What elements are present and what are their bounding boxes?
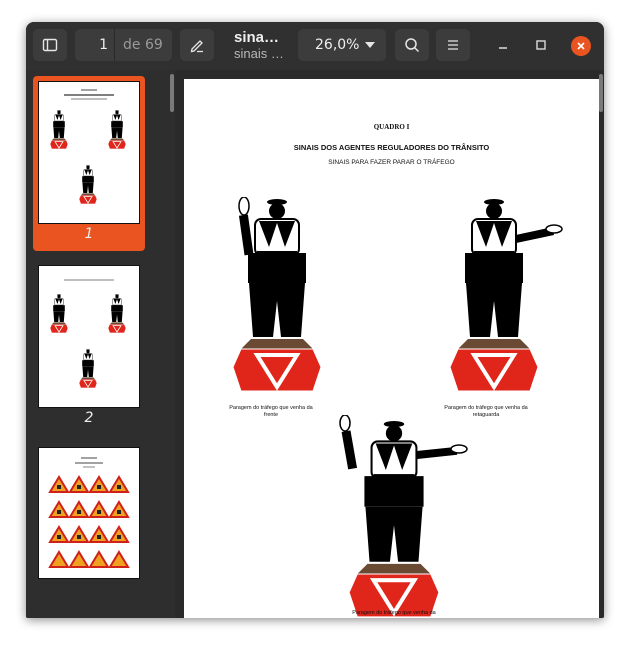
annotate-button[interactable]: [180, 29, 214, 61]
header-bar: 1 de 69 sina… sinais … 26,0%: [26, 22, 604, 70]
zoom-value: 26,0%: [315, 37, 360, 53]
sidebar-toggle-button[interactable]: [33, 29, 67, 61]
page-title: SINAIS DOS AGENTES REGULADORES DO TRÂNSI…: [293, 143, 490, 152]
thumbnail-page-3[interactable]: [33, 442, 145, 578]
document-title: sina… sinais …: [234, 30, 306, 62]
thumbnail-preview-1: [49, 89, 127, 205]
minimize-icon: [499, 47, 507, 49]
thumbnail-label: 2: [84, 410, 94, 426]
sidebar-toggle-icon: [42, 38, 58, 52]
document-subtitle-text: sinais …: [234, 46, 284, 61]
annotate-pen-icon: [190, 40, 203, 53]
total-pages-label: de 69: [123, 37, 163, 53]
document-page: QUADRO I SINAIS DOS AGENTES REGULADORES …: [184, 79, 599, 618]
figure-agent-front: [231, 197, 323, 393]
thumbnail-sidebar: 1 2: [26, 70, 175, 618]
document-title-text: sina…: [234, 29, 280, 46]
search-button[interactable]: [395, 29, 429, 61]
maximize-button[interactable]: [532, 36, 550, 54]
document-view[interactable]: QUADRO I SINAIS DOS AGENTES REGULADORES …: [175, 70, 604, 618]
thumbnail-image: [39, 448, 139, 578]
menu-icon: [448, 40, 458, 50]
document-viewer-window: 1 de 69 sina… sinais … 26,0% 1 2 QUADRO …: [26, 22, 604, 618]
current-page-input[interactable]: 1: [75, 29, 115, 61]
menu-button[interactable]: [436, 29, 470, 61]
thumbnail-preview-3: [48, 457, 130, 568]
zoom-selector[interactable]: 26,0%: [298, 29, 386, 61]
document-scrollbar[interactable]: [599, 74, 603, 112]
thumbnail-label: 1: [84, 226, 94, 242]
close-button[interactable]: [571, 36, 591, 56]
thumbnail-page-2[interactable]: 2: [33, 260, 145, 435]
caption-both: Paragem do tráfego que venha da: [352, 610, 436, 616]
page-subtitle: SINAIS PARA FAZER PARAR O TRÁFEGO: [328, 159, 455, 166]
thumbnail-preview-2: [49, 279, 127, 389]
page-navigator: 1 de 69: [75, 29, 172, 61]
page-heading: QUADRO I: [373, 123, 410, 131]
sidebar-scrollbar[interactable]: [170, 74, 174, 112]
thumbnail-page-1[interactable]: 1: [33, 76, 145, 251]
minimize-button[interactable]: [494, 36, 512, 54]
caption-front: Paragem do tráfego que venha da frente: [229, 405, 313, 418]
figure-agent-rear: [448, 197, 563, 393]
figure-agent-both: [339, 415, 468, 618]
zoom-caret-icon: [365, 42, 375, 48]
maximize-icon: [536, 40, 546, 50]
thumbnail-image: [39, 82, 139, 223]
thumbnail-image: [39, 266, 139, 407]
search-icon: [405, 38, 420, 53]
close-icon: [577, 42, 585, 50]
